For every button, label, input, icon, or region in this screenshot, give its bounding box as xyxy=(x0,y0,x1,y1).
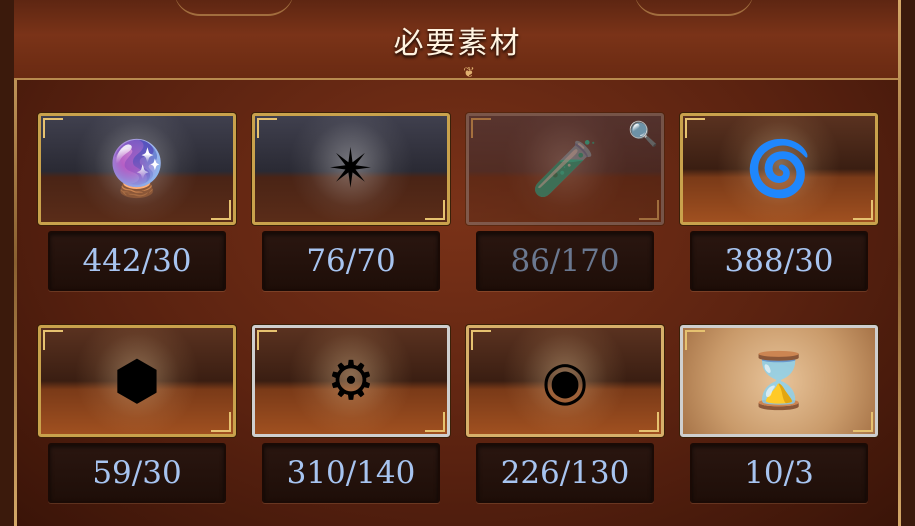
frame-corner-ornament xyxy=(685,118,705,138)
ornament-divider-icon: ❦ xyxy=(463,65,475,81)
header-ornament-left xyxy=(174,0,294,16)
frame-corner-ornament xyxy=(43,118,63,138)
frame-corner-ornament xyxy=(257,118,277,138)
frame-corner-ornament xyxy=(853,200,873,220)
material-count: 76/70 xyxy=(262,231,440,291)
material-count: 59/30 xyxy=(48,443,226,503)
frame-corner-ornament xyxy=(425,200,445,220)
material-count: 388/30 xyxy=(690,231,868,291)
material-item[interactable]: 🧪 🔍 86/170 xyxy=(466,113,664,291)
material-item[interactable]: ⌛ 10/3 xyxy=(680,325,878,503)
material-card[interactable]: 🌀 xyxy=(680,113,878,225)
frame-corner-ornament xyxy=(639,412,659,432)
ornate-medallion-icon: ⚙ xyxy=(326,349,376,412)
purple-crystal-icon: 🔮 xyxy=(103,137,171,200)
page-title: 必要素材 xyxy=(393,26,522,61)
material-count: 310/140 xyxy=(262,443,440,503)
frame-corner-ornament xyxy=(471,118,491,138)
frame-corner-ornament xyxy=(685,330,705,350)
frame-corner-ornament xyxy=(853,412,873,432)
header-ornament-right xyxy=(634,0,754,16)
hourglass-icon: ⌛ xyxy=(745,349,813,412)
material-card[interactable]: ✴ xyxy=(252,113,450,225)
material-card[interactable]: ⌛ xyxy=(680,325,878,437)
material-count: 86/170 xyxy=(476,231,654,291)
hex-crystal-icon: ⬢ xyxy=(113,349,161,412)
frame-corner-ornament xyxy=(639,200,659,220)
zoom-icon[interactable]: 🔍 xyxy=(628,119,658,149)
material-item[interactable]: 🌀 388/30 xyxy=(680,113,878,291)
material-card[interactable]: ◉ xyxy=(466,325,664,437)
frame-corner-ornament xyxy=(257,330,277,350)
material-item[interactable]: ✴ 76/70 xyxy=(252,113,450,291)
energy-orb-icon: 🌀 xyxy=(745,137,813,200)
material-item[interactable]: ◉ 226/130 xyxy=(466,325,664,503)
frame-corner-ornament xyxy=(211,200,231,220)
material-count: 10/3 xyxy=(690,443,868,503)
material-item[interactable]: ⚙ 310/140 xyxy=(252,325,450,503)
material-item[interactable]: ⬢ 59/30 xyxy=(38,325,236,503)
frame-corner-ornament xyxy=(471,330,491,350)
material-card[interactable]: ⬢ xyxy=(38,325,236,437)
material-count: 226/130 xyxy=(476,443,654,503)
material-item[interactable]: 🔮 442/30 xyxy=(38,113,236,291)
material-card[interactable]: 🔮 xyxy=(38,113,236,225)
materials-panel: 必要素材 ❦ 🔮 442/30 ✴ 76/70 🧪 🔍 86/170 🌀 388/30 ⬢ 59/3… xyxy=(0,0,915,526)
frame-corner-ornament xyxy=(43,330,63,350)
material-count: 442/30 xyxy=(48,231,226,291)
blue-emblem-icon: ◉ xyxy=(541,349,589,412)
frame-corner-ornament xyxy=(425,412,445,432)
material-card[interactable]: ⚙ xyxy=(252,325,450,437)
frame-corner-ornament xyxy=(211,412,231,432)
light-star-icon: ✴ xyxy=(328,137,374,200)
